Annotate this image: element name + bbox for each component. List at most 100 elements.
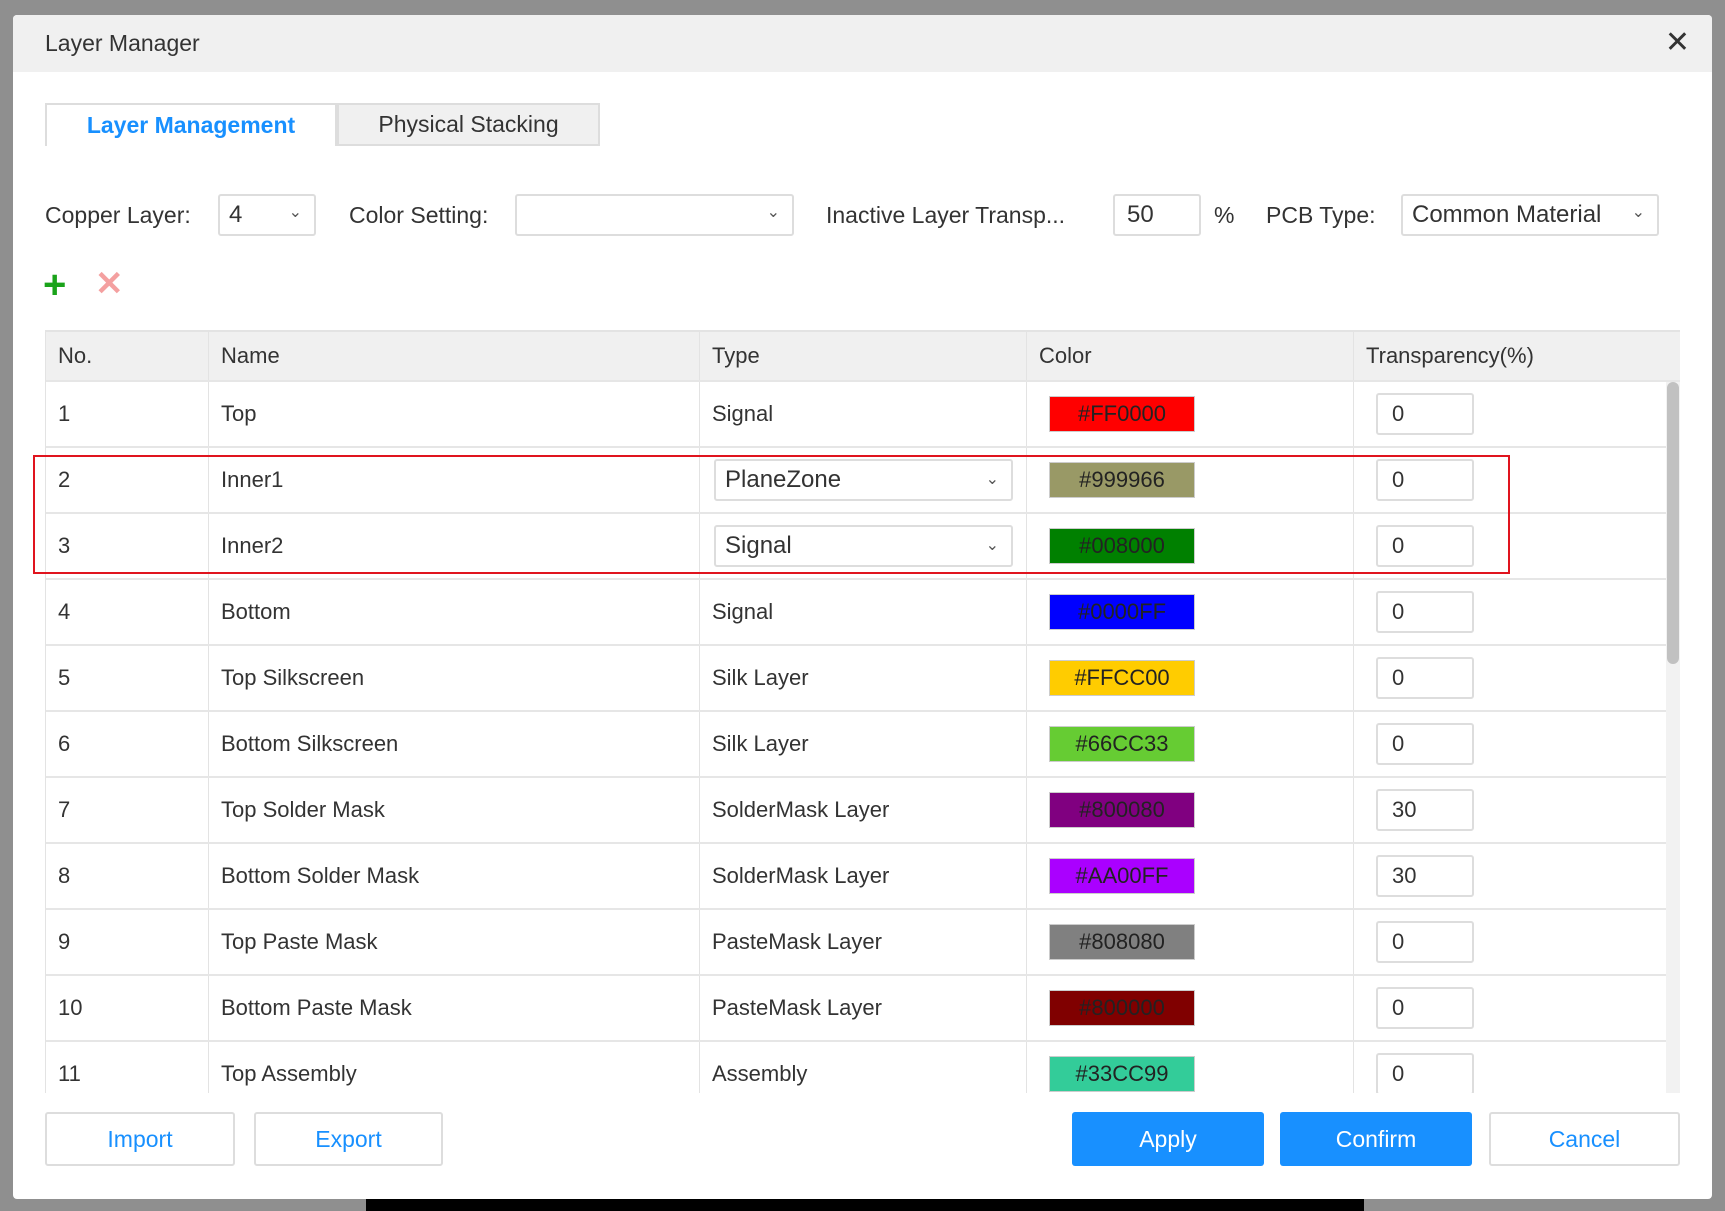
cell-no: 5 <box>46 646 209 710</box>
copper-layer-value: 4 <box>229 201 243 228</box>
confirm-button[interactable]: Confirm <box>1280 1112 1472 1166</box>
type-value: Signal <box>725 532 792 559</box>
type-select[interactable]: Signal ⌄ <box>714 525 1013 567</box>
color-swatch[interactable]: #FFCC00 <box>1049 660 1195 696</box>
table-row[interactable]: 10 Bottom Paste Mask PasteMask Layer #80… <box>46 976 1680 1042</box>
transparency-input[interactable]: 0 <box>1376 657 1474 699</box>
import-button[interactable]: Import <box>45 1112 235 1166</box>
type-text: Assembly <box>712 1061 808 1086</box>
cell-type: Signal <box>700 382 1027 446</box>
transparency-input[interactable]: 0 <box>1376 987 1474 1029</box>
inactive-transparency-label: Inactive Layer Transp... <box>826 202 1066 228</box>
percent-label: % <box>1214 202 1235 228</box>
cell-transparency: 30 <box>1354 778 1680 842</box>
cell-no: 9 <box>46 910 209 974</box>
inactive-transparency-input[interactable]: 50 <box>1113 194 1201 236</box>
type-select[interactable]: PlaneZone ⌄ <box>714 459 1013 501</box>
cell-color: #0000FF <box>1027 580 1354 644</box>
color-swatch[interactable]: #33CC99 <box>1049 1056 1195 1092</box>
table-row[interactable]: 2 Inner1 PlaneZone ⌄ #999966 0 <box>46 448 1680 514</box>
header-type: Type <box>700 332 1027 380</box>
transparency-input[interactable]: 0 <box>1376 459 1474 501</box>
type-text: SolderMask Layer <box>712 863 890 888</box>
color-setting-select[interactable]: ⌄ <box>515 194 794 236</box>
color-swatch[interactable]: #AA00FF <box>1049 858 1195 894</box>
type-text: PasteMask Layer <box>712 995 882 1020</box>
cell-no: 6 <box>46 712 209 776</box>
copper-layer-select[interactable]: 4 ⌄ <box>218 194 316 236</box>
table-header: No. Name Type Color Transparency(%) <box>46 330 1680 382</box>
type-text: Signal <box>712 401 774 426</box>
transparency-input[interactable]: 0 <box>1376 393 1474 435</box>
pcb-type-select[interactable]: Common Material ⌄ <box>1401 194 1659 236</box>
table-row[interactable]: 11 Top Assembly Assembly #33CC99 0 <box>46 1042 1680 1093</box>
cell-name: Bottom Paste Mask <box>209 976 700 1040</box>
color-swatch[interactable]: #0000FF <box>1049 594 1195 630</box>
type-text: SolderMask Layer <box>712 797 890 822</box>
table-row[interactable]: 9 Top Paste Mask PasteMask Layer #808080… <box>46 910 1680 976</box>
type-text: Silk Layer <box>712 665 809 690</box>
cell-transparency: 0 <box>1354 712 1680 776</box>
tab-layer-management[interactable]: Layer Management <box>45 103 337 146</box>
transparency-input[interactable]: 30 <box>1376 855 1474 897</box>
pcb-type-value: Common Material <box>1412 201 1602 228</box>
table-row[interactable]: 3 Inner2 Signal ⌄ #008000 0 <box>46 514 1680 580</box>
table-row[interactable]: 7 Top Solder Mask SolderMask Layer #8000… <box>46 778 1680 844</box>
cell-no: 10 <box>46 976 209 1040</box>
cell-name: Bottom Silkscreen <box>209 712 700 776</box>
cell-transparency: 0 <box>1354 382 1680 446</box>
cell-no: 11 <box>46 1042 209 1093</box>
table-row[interactable]: 5 Top Silkscreen Silk Layer #FFCC00 0 <box>46 646 1680 712</box>
scrollbar-thumb[interactable] <box>1667 382 1679 664</box>
type-text: Signal <box>712 599 774 624</box>
export-button[interactable]: Export <box>254 1112 443 1166</box>
color-swatch[interactable]: #808080 <box>1049 924 1195 960</box>
cell-name: Top Assembly <box>209 1042 700 1093</box>
cell-no: 4 <box>46 580 209 644</box>
table-row[interactable]: 4 Bottom Signal #0000FF 0 <box>46 580 1680 646</box>
color-swatch[interactable]: #800080 <box>1049 792 1195 828</box>
cell-transparency: 0 <box>1354 646 1680 710</box>
chevron-down-icon: ⌄ <box>288 204 302 221</box>
cell-type: Signal <box>700 580 1027 644</box>
color-swatch[interactable]: #008000 <box>1049 528 1195 564</box>
cell-type: SolderMask Layer <box>700 844 1027 908</box>
chevron-down-icon: ⌄ <box>985 471 999 488</box>
cell-color: #33CC99 <box>1027 1042 1354 1093</box>
table-row[interactable]: 1 Top Signal #FF0000 0 <box>46 382 1680 448</box>
color-swatch[interactable]: #800000 <box>1049 990 1195 1026</box>
cell-color: #808080 <box>1027 910 1354 974</box>
add-layer-icon[interactable]: + <box>43 265 66 305</box>
color-swatch[interactable]: #66CC33 <box>1049 726 1195 762</box>
tab-physical-stacking[interactable]: Physical Stacking <box>337 103 600 146</box>
cell-color: #800080 <box>1027 778 1354 842</box>
copper-layer-label: Copper Layer: <box>45 202 191 228</box>
delete-layer-icon[interactable]: ✕ <box>95 267 124 301</box>
transparency-input[interactable]: 0 <box>1376 525 1474 567</box>
table-scrollbar[interactable] <box>1666 382 1680 1093</box>
transparency-input[interactable]: 0 <box>1376 1053 1474 1093</box>
cell-transparency: 0 <box>1354 976 1680 1040</box>
transparency-input[interactable]: 0 <box>1376 921 1474 963</box>
transparency-input[interactable]: 30 <box>1376 789 1474 831</box>
cell-type: Signal ⌄ <box>700 514 1027 578</box>
table-row[interactable]: 8 Bottom Solder Mask SolderMask Layer #A… <box>46 844 1680 910</box>
cancel-button[interactable]: Cancel <box>1489 1112 1680 1166</box>
cell-name: Bottom Solder Mask <box>209 844 700 908</box>
cell-color: #FFCC00 <box>1027 646 1354 710</box>
cell-color: #800000 <box>1027 976 1354 1040</box>
color-swatch[interactable]: #999966 <box>1049 462 1195 498</box>
type-value: PlaneZone <box>725 466 842 493</box>
apply-button[interactable]: Apply <box>1072 1112 1264 1166</box>
table-row[interactable]: 6 Bottom Silkscreen Silk Layer #66CC33 0 <box>46 712 1680 778</box>
close-icon[interactable]: ✕ <box>1665 25 1690 60</box>
color-setting-label: Color Setting: <box>349 202 489 228</box>
transparency-input[interactable]: 0 <box>1376 723 1474 765</box>
color-swatch[interactable]: #FF0000 <box>1049 396 1195 432</box>
cell-no: 1 <box>46 382 209 446</box>
transparency-input[interactable]: 0 <box>1376 591 1474 633</box>
cell-type: PasteMask Layer <box>700 910 1027 974</box>
cell-transparency: 0 <box>1354 580 1680 644</box>
cell-name: Top Silkscreen <box>209 646 700 710</box>
cell-transparency: 0 <box>1354 910 1680 974</box>
